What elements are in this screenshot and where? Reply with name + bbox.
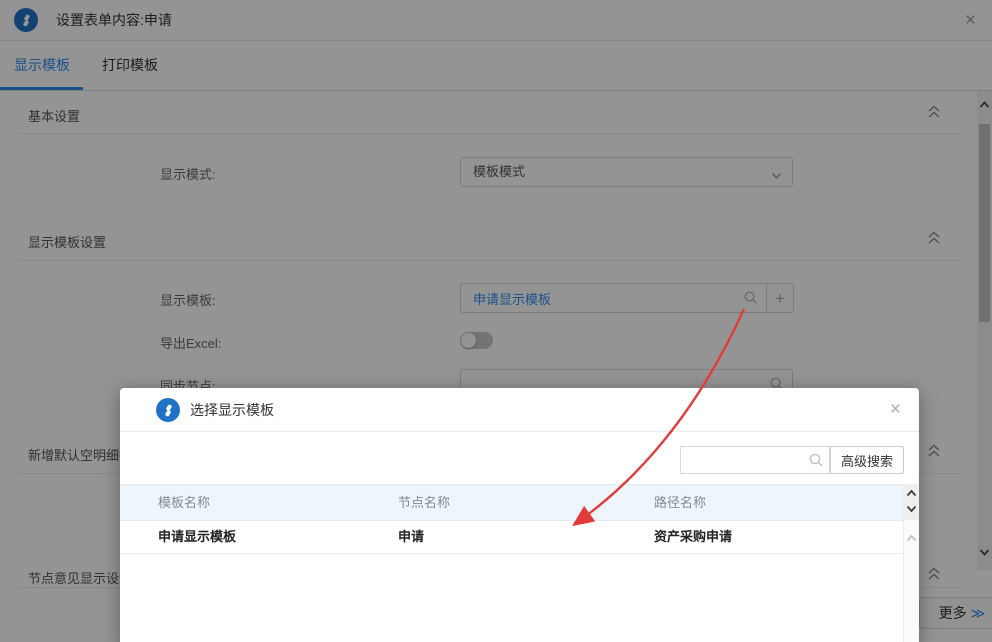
cell-template-name: 申请显示模板	[158, 521, 236, 553]
cell-node-name: 申请	[398, 521, 424, 553]
screen: 设置表单内容:申请 × 显示模板 打印模板 基本设置 显示模式: 模板模式 显示…	[0, 0, 992, 642]
col-header-path-name: 路径名称	[654, 485, 706, 520]
table-scrollbar[interactable]	[903, 484, 919, 642]
modal-search-input[interactable]	[680, 446, 830, 474]
app-logo-icon	[156, 398, 180, 422]
modal-header: 选择显示模板 ×	[120, 388, 919, 432]
table-header-row: 模板名称 节点名称 路径名称	[120, 484, 903, 521]
col-header-node-name: 节点名称	[398, 485, 450, 520]
modal-title: 选择显示模板	[190, 388, 274, 432]
table-scroll-buttons	[904, 484, 919, 520]
table-row[interactable]: 申请显示模板 申请 资产采购申请	[120, 521, 903, 554]
advanced-search-button[interactable]: 高级搜索	[830, 446, 904, 474]
scroll-up-icon[interactable]	[905, 532, 918, 548]
scroll-up-icon[interactable]	[905, 487, 918, 503]
modal-close-icon[interactable]: ×	[890, 388, 901, 432]
col-header-template-name: 模板名称	[158, 485, 210, 520]
scroll-down-icon[interactable]	[905, 502, 918, 518]
select-template-modal: 选择显示模板 × 高级搜索 模板名称 节点名称 路径名称 申请显示模板 申请 资…	[120, 388, 919, 642]
cell-path-name: 资产采购申请	[654, 521, 732, 553]
